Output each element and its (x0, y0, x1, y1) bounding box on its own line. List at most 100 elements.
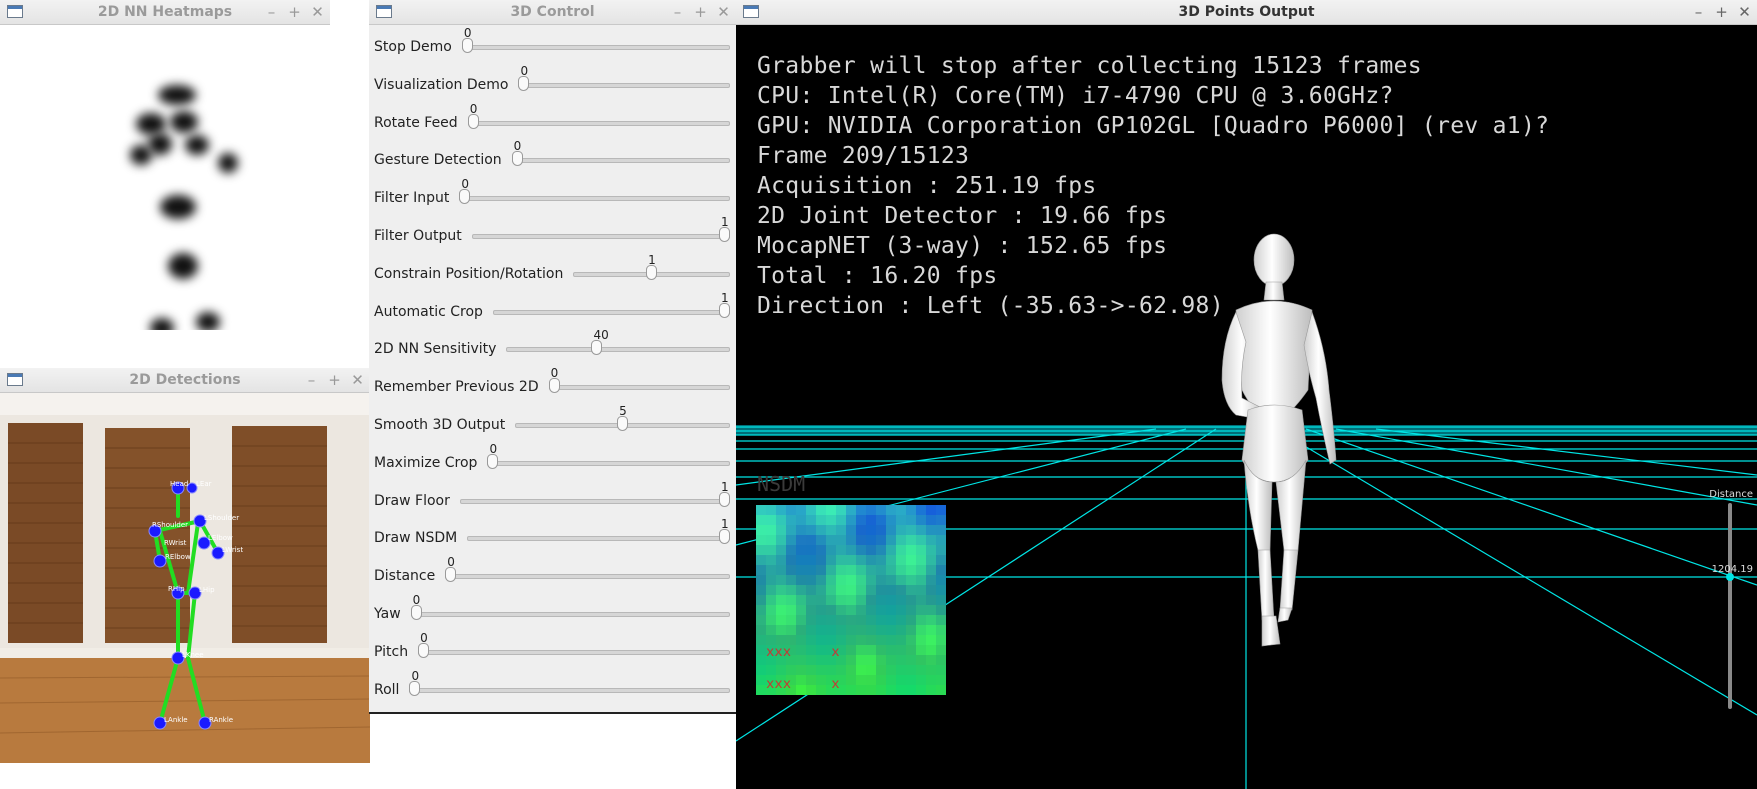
slider-track[interactable] (445, 574, 730, 579)
slider-thumb[interactable] (617, 416, 629, 431)
slider-track[interactable] (418, 650, 730, 655)
nsdm-cell (826, 565, 837, 576)
slider-thumb[interactable] (719, 303, 730, 318)
slider-track[interactable] (461, 45, 730, 50)
close-icon[interactable]: ✕ (311, 0, 324, 24)
nsdm-cell (836, 545, 847, 556)
nsdm-cell (896, 555, 907, 566)
nsdm-cell (836, 515, 847, 526)
nsdm-cell (896, 635, 907, 646)
nsdm-cell (916, 645, 927, 656)
nsdm-cell (926, 645, 937, 656)
nsdm-cell (936, 645, 946, 656)
close-icon[interactable]: ✕ (1738, 0, 1751, 24)
nsdm-cell (816, 615, 827, 626)
slider-thumb[interactable] (445, 567, 457, 582)
nsdm-cell (856, 505, 867, 516)
maximize-icon[interactable]: + (1715, 0, 1728, 24)
nsdm-cell (936, 555, 946, 566)
nsdm-cell (806, 605, 817, 616)
output-titlebar[interactable]: 3D Points Output – + ✕ (736, 0, 1757, 25)
nsdm-cell (806, 595, 817, 606)
slider-row: Filter Output 1 (369, 214, 736, 252)
minimize-icon[interactable]: – (671, 0, 684, 24)
close-icon[interactable]: ✕ (717, 0, 730, 24)
slider-track[interactable] (492, 310, 730, 315)
nsdm-cell (786, 515, 797, 526)
window-menu-icon[interactable] (7, 373, 23, 386)
slider-track[interactable] (511, 158, 730, 163)
nsdm-cell (876, 645, 887, 656)
slider-thumb[interactable] (418, 643, 430, 658)
minimize-icon[interactable]: – (1692, 0, 1705, 24)
slider-track[interactable] (409, 688, 730, 693)
maximize-icon[interactable]: + (694, 0, 707, 24)
detections-titlebar[interactable]: 2D Detections – + ✕ (0, 368, 370, 393)
slider-track[interactable] (471, 234, 730, 239)
slider-track[interactable] (410, 612, 730, 617)
slider-thumb[interactable] (518, 76, 530, 91)
nsdm-cell (906, 605, 917, 616)
nsdm-cell (766, 555, 777, 566)
slider-thumb[interactable] (591, 340, 603, 355)
nsdm-cell (836, 635, 847, 646)
nsdm-cell (786, 605, 797, 616)
slider-track[interactable] (548, 385, 730, 390)
nsdm-label: NSDM (757, 472, 806, 496)
nsdm-cell (846, 575, 857, 586)
nsdm-cell (786, 545, 797, 556)
window-menu-icon[interactable] (743, 5, 759, 18)
slider-thumb[interactable] (467, 114, 479, 129)
nsdm-cell (916, 655, 927, 666)
slider-track[interactable] (487, 461, 730, 466)
nsdm-cell (916, 535, 927, 546)
slider-thumb[interactable] (511, 151, 523, 166)
slider-thumb[interactable] (409, 681, 421, 696)
slider-track[interactable] (506, 347, 730, 352)
nsdm-cell (886, 555, 897, 566)
minimize-icon[interactable]: – (305, 368, 318, 392)
maximize-icon[interactable]: + (328, 368, 341, 392)
slider-label: Roll (374, 682, 400, 698)
nsdm-cell (936, 575, 946, 586)
nsdm-cell (756, 585, 767, 596)
heatmap-blob (150, 318, 174, 330)
nsdm-cell (776, 515, 787, 526)
slider-track[interactable] (459, 499, 730, 504)
slider-thumb[interactable] (459, 189, 471, 204)
slider-thumb[interactable] (719, 529, 730, 544)
nsdm-cell (916, 685, 927, 695)
nsdm-cell (916, 565, 927, 576)
info-line: Acquisition : 251.19 fps (757, 173, 1097, 199)
slider-track[interactable] (518, 83, 730, 88)
nsdm-cell (896, 605, 907, 616)
nsdm-cell (856, 575, 867, 586)
slider-track[interactable] (459, 196, 730, 201)
slider-thumb[interactable] (719, 492, 730, 507)
window-menu-icon[interactable] (7, 5, 23, 18)
slider-thumb[interactable] (487, 454, 499, 469)
nsdm-cell (926, 505, 937, 516)
slider-thumb[interactable] (461, 38, 473, 53)
slider-track[interactable] (467, 121, 730, 126)
window-menu-icon[interactable] (376, 5, 392, 18)
slider-thumb[interactable] (548, 378, 560, 393)
slider-track[interactable] (467, 536, 730, 541)
nsdm-cell (756, 545, 767, 556)
slider-row: Automatic Crop 1 (369, 290, 736, 328)
minimize-icon[interactable]: – (265, 0, 278, 24)
maximize-icon[interactable]: + (288, 0, 301, 24)
nsdm-cell (906, 535, 917, 546)
nsdm-marks: xxx x (766, 677, 840, 693)
slider-thumb[interactable] (646, 265, 658, 280)
nsdm-cell (876, 665, 887, 676)
nsdm-cell (786, 525, 797, 536)
heatmaps-titlebar[interactable]: 2D NN Heatmaps – + ✕ (0, 0, 330, 25)
nsdm-cell (756, 535, 767, 546)
slider-thumb[interactable] (719, 227, 730, 242)
close-icon[interactable]: ✕ (351, 368, 364, 392)
distance-slider-track[interactable] (1728, 503, 1732, 709)
control-titlebar[interactable]: 3D Control – + ✕ (369, 0, 736, 25)
nsdm-cell (926, 565, 937, 576)
slider-thumb[interactable] (410, 605, 422, 620)
